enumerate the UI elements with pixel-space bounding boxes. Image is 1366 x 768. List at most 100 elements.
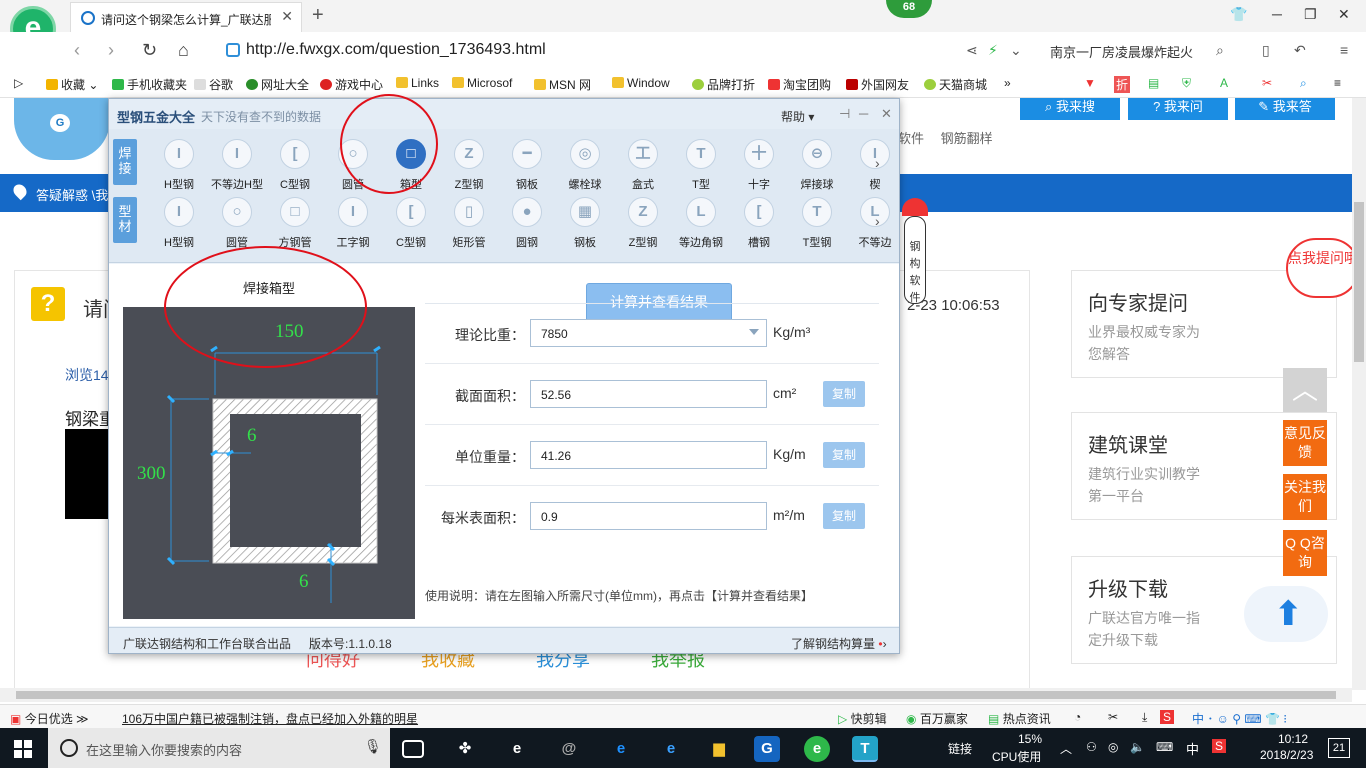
skin-icon[interactable]: 👕	[1230, 6, 1247, 23]
copy-weight-button[interactable]: 复制	[823, 442, 865, 468]
search-icon[interactable]: ⌕	[1216, 42, 1224, 59]
profile-shape-item[interactable]: Z Z型钢	[613, 197, 671, 253]
speed-dial-icon[interactable]: ◔	[1074, 710, 1081, 724]
ask-bubble-button[interactable]: 点我提问哦	[1286, 238, 1360, 298]
fav-item[interactable]: 游戏中心	[320, 76, 383, 93]
area-field[interactable]: 52.56	[530, 380, 767, 408]
close-window-icon[interactable]: ✕	[1338, 6, 1350, 23]
home-icon[interactable]: ⌂	[178, 40, 189, 61]
refresh-icon[interactable]: ↻	[142, 40, 157, 61]
news-ticker[interactable]: 106万中国户籍已被强制注销，盘点已经加入外籍的明星	[122, 710, 418, 727]
internet-explorer-icon[interactable]: e	[658, 736, 684, 762]
clock-date[interactable]: 2018/2/23	[1260, 748, 1313, 762]
profile-shape-item[interactable]: ○ 圆管	[207, 197, 265, 253]
profile-shape-item[interactable]: ● 圆钢	[497, 197, 555, 253]
status-item[interactable]: ▷ 快剪辑	[838, 710, 887, 727]
fav-item[interactable]: Links	[396, 76, 439, 90]
browser-360-icon[interactable]: e	[804, 736, 830, 762]
answer-button[interactable]: ✎ 我来答	[1235, 98, 1335, 120]
fav-item[interactable]: 天猫商城	[924, 76, 987, 93]
welded-shape-item[interactable]: I楔	[845, 139, 903, 195]
fav-item[interactable]: Window	[612, 76, 670, 90]
chevron-down-icon[interactable]: ⌄	[1010, 42, 1022, 59]
welded-shape-item[interactable]: ⊖ 焊接球	[787, 139, 845, 195]
welded-shape-item[interactable]: T T型	[671, 139, 729, 195]
extension-cup-icon[interactable]: ▼	[1084, 76, 1096, 90]
more-favorites-icon[interactable]: »	[1004, 76, 1011, 90]
keyboard-icon[interactable]: ⌨	[1156, 740, 1173, 754]
profile-shape-item[interactable]: ▯ 矩形管	[439, 197, 497, 253]
chevron-up-icon[interactable]: ︿	[1060, 740, 1072, 757]
scroll-thumb[interactable]	[1354, 202, 1364, 362]
task-view-icon[interactable]	[402, 740, 424, 758]
taskbar-search[interactable]: 在这里输入你要搜索的内容 🎙	[48, 728, 390, 768]
height-input[interactable]: 300	[137, 463, 166, 485]
welded-shape-item[interactable]: 工盒式	[613, 139, 671, 195]
fav-item[interactable]: 网址大全	[246, 76, 309, 93]
surface-field[interactable]: 0.9	[530, 502, 767, 530]
fav-item[interactable]: 谷歌	[194, 76, 233, 93]
welded-shape-item[interactable]: I 不等边H型	[207, 139, 265, 195]
sub-navigation[interactable]: 软件 钢筋翻样	[898, 128, 993, 147]
pin-icon[interactable]: ⊣	[839, 106, 850, 122]
minimize-dialog-icon[interactable]: ─	[859, 106, 868, 121]
profile-shape-item[interactable]: [槽钢	[729, 197, 787, 253]
feedback-button[interactable]: 意见反馈	[1283, 420, 1327, 466]
scissors-icon[interactable]: ✂	[1262, 76, 1272, 90]
vertical-scrollbar[interactable]	[1352, 98, 1366, 690]
fav-item[interactable]: 品牌打折	[692, 76, 755, 93]
volume-icon[interactable]: 🔈	[1130, 740, 1145, 754]
question-image[interactable]	[65, 429, 111, 519]
site-security-icon[interactable]	[226, 43, 240, 57]
welded-shape-item[interactable]: I H型钢	[149, 139, 207, 195]
ime-indicator[interactable]: 中	[1186, 739, 1199, 758]
spiral-app-icon[interactable]: @	[556, 736, 582, 762]
status-item[interactable]: ◉ 百万赢家	[906, 710, 968, 727]
fav-item[interactable]: 手机收藏夹	[112, 76, 187, 93]
density-select[interactable]: 7850	[530, 319, 767, 347]
action-center-icon[interactable]: 21	[1328, 738, 1350, 758]
flange-thickness-input[interactable]: 6	[299, 571, 309, 593]
welded-shape-item[interactable]: ━ 钢板	[497, 139, 555, 195]
reader-icon[interactable]: ▤	[1148, 76, 1159, 90]
profile-shape-item[interactable]: ▦ 钢板	[555, 197, 613, 253]
fav-item[interactable]: 收藏 ⌄	[46, 76, 98, 93]
fav-item[interactable]: MSN 网	[534, 76, 591, 93]
search-tool-icon[interactable]: ⌕	[1300, 76, 1307, 91]
share-icon[interactable]: ⋖	[966, 42, 978, 59]
mobile-icon[interactable]: ▯	[1262, 42, 1270, 59]
close-dialog-icon[interactable]: ✕	[881, 106, 892, 122]
ime-tools[interactable]: 中 ･ ☺ ⚲ ⌨ 👕 ⁝	[1192, 710, 1287, 727]
today-picks[interactable]: ▣ 今日优选 ≫	[10, 710, 89, 727]
microphone-icon[interactable]: 🎙	[364, 738, 382, 755]
ie-taskbar-icon[interactable]: e	[504, 736, 530, 762]
network-icon[interactable]: ◎	[1108, 740, 1118, 754]
welded-shape-item[interactable]: [C型钢	[265, 139, 323, 195]
forward-icon[interactable]: ›	[108, 40, 114, 61]
notification-badge[interactable]: 68	[886, 0, 932, 18]
menu-icon[interactable]: ≡	[1340, 42, 1348, 58]
status-item[interactable]: ▤ 热点资讯	[988, 710, 1051, 727]
sogou-ime-icon[interactable]: S	[1160, 710, 1175, 724]
row-tag-welded[interactable]: 焊接	[113, 139, 137, 185]
speed-icon[interactable]: ⚡	[988, 42, 998, 59]
profile-shape-item[interactable]: I 工字钢	[323, 197, 381, 253]
edge-icon[interactable]: e	[608, 736, 634, 762]
file-explorer-icon[interactable]: ▆	[706, 736, 732, 762]
link-toolbar[interactable]: 链接	[948, 740, 972, 757]
undo-icon[interactable]: ↶	[1294, 42, 1306, 59]
browser-tab[interactable]: 请问这个钢梁怎么计算_广联达服 ✕	[70, 2, 302, 32]
profile-shape-item[interactable]: I H型钢	[149, 197, 207, 253]
new-tab-icon[interactable]: +	[312, 4, 324, 27]
follow-button[interactable]: 关注我们	[1283, 474, 1327, 520]
welded-shape-item[interactable]: 十十字	[729, 139, 787, 195]
more-tools-icon[interactable]: ≡	[1334, 76, 1341, 90]
clock-time[interactable]: 10:12	[1278, 732, 1308, 746]
url-input[interactable]: http://e.fwxgx.com/question_1736493.html	[246, 41, 546, 59]
chevron-down-icon[interactable]	[749, 329, 759, 335]
translate-icon[interactable]: A	[1220, 76, 1228, 90]
glodon-app-icon[interactable]: G	[754, 736, 780, 762]
discount-icon[interactable]: 折	[1114, 76, 1131, 93]
chevron-right-icon[interactable]: ›	[875, 155, 880, 171]
welded-shape-item[interactable]: Z Z型钢	[439, 139, 497, 195]
